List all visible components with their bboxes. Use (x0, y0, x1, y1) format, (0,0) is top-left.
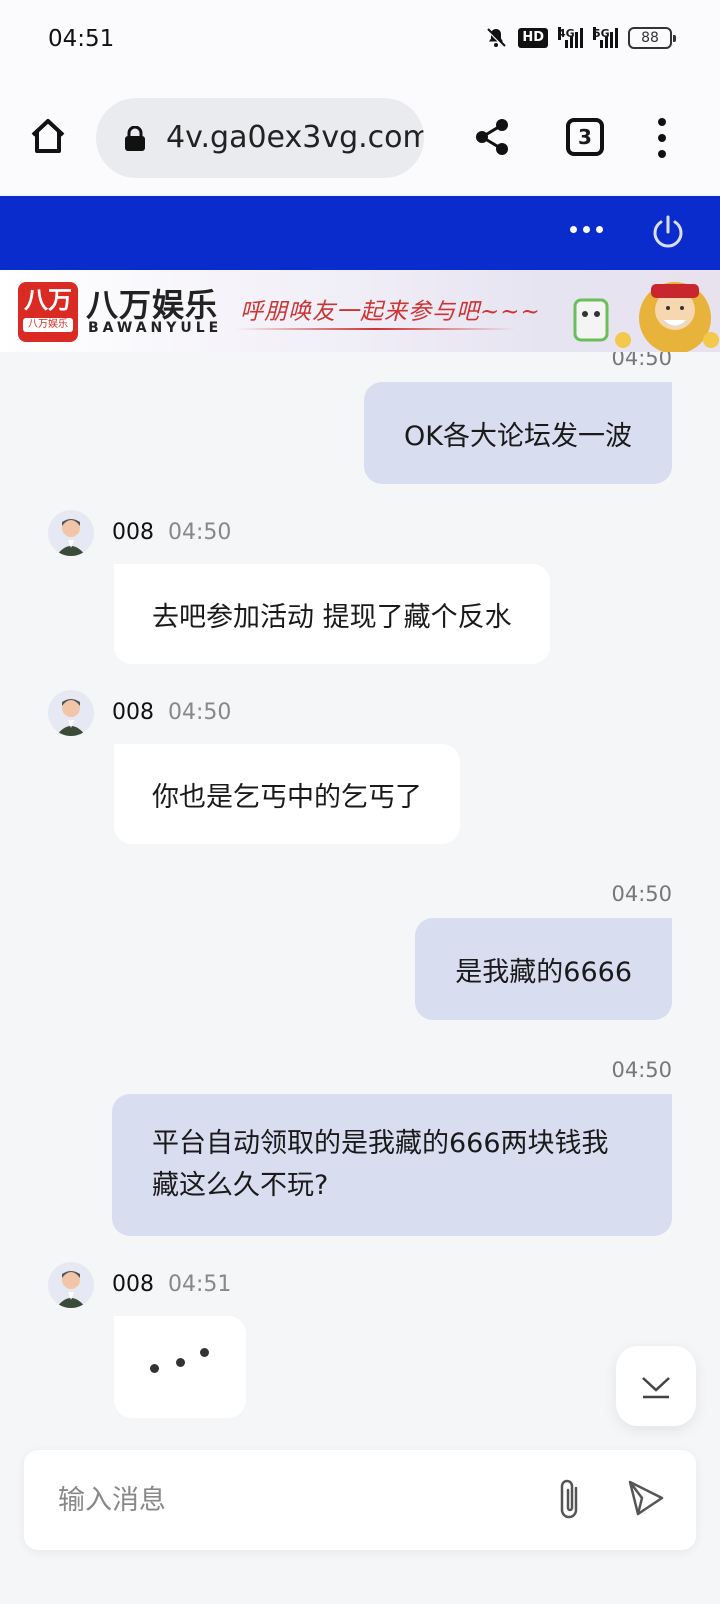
send-icon[interactable] (626, 1478, 666, 1522)
network-5g-label: 5G (593, 27, 610, 40)
message-time: 04:50 (168, 700, 232, 725)
mascot-illustration (573, 282, 719, 352)
sender-name: 008 (112, 520, 154, 545)
more-horizontal-icon[interactable] (570, 226, 603, 233)
brand-name-latin: BAWANYULE (88, 320, 223, 336)
status-time: 04:51 (48, 26, 115, 52)
chat-header (0, 196, 720, 270)
chat-message-list[interactable]: 04:50 OK各大论坛发一波 008 04:50 去吧参加活动 提现了藏个反水… (0, 352, 720, 1452)
battery-icon: 88 (628, 27, 676, 49)
network-4g-label: 4G (558, 27, 575, 40)
message-composer (24, 1450, 696, 1550)
incoming-message[interactable]: 去吧参加活动 提现了藏个反水 (114, 564, 550, 664)
bell-off-icon (484, 26, 508, 50)
browser-toolbar: 4v.ga0ex3vg.com 3 (0, 82, 720, 194)
home-icon[interactable] (28, 116, 68, 156)
slogan-underline (236, 328, 516, 330)
status-icons: HD 4G 5G 88 (484, 26, 676, 50)
banner-slogan: 呼朋唤友一起来参与吧~~~ (240, 299, 541, 325)
message-time: 04:50 (611, 882, 672, 906)
sender-name: 008 (112, 1272, 154, 1297)
message-time: 04:50 (611, 352, 672, 370)
tab-switcher-button[interactable]: 3 (566, 118, 604, 156)
signal-icon: 4G (558, 27, 583, 48)
avatar[interactable] (48, 1262, 94, 1308)
hd-badge: HD (518, 28, 548, 48)
brand-logo: 八万 八万娱乐 (18, 282, 78, 342)
outgoing-message[interactable]: OK各大论坛发一波 (364, 382, 672, 484)
signal-icon-2: 5G (593, 27, 618, 48)
outgoing-message[interactable]: 是我藏的6666 (415, 918, 672, 1020)
avatar[interactable] (48, 690, 94, 736)
share-icon[interactable] (474, 118, 510, 160)
message-text: 平台自动领取的是我藏的666两块钱我藏这么久不玩? (152, 1128, 609, 1201)
outgoing-message[interactable]: 平台自动领取的是我藏的666两块钱我藏这么久不玩? (112, 1094, 672, 1236)
message-input[interactable] (58, 1476, 528, 1524)
url-text[interactable]: 4v.ga0ex3vg.com (166, 120, 424, 155)
avatar[interactable] (48, 510, 94, 556)
more-vertical-icon[interactable] (656, 118, 668, 158)
typing-indicator (114, 1316, 246, 1418)
message-text: OK各大论坛发一波 (404, 420, 632, 452)
scroll-to-bottom-button[interactable] (616, 1346, 696, 1426)
message-text: 去吧参加活动 提现了藏个反水 (152, 601, 512, 633)
paperclip-icon[interactable] (552, 1476, 586, 1526)
message-time: 04:50 (168, 520, 232, 545)
promo-banner[interactable]: 八万 八万娱乐 八万娱乐 BAWANYULE 呼朋唤友一起来参与吧~~~ (0, 270, 720, 352)
message-time: 04:51 (168, 1272, 232, 1297)
message-time: 04:50 (611, 1058, 672, 1082)
sender-name: 008 (112, 700, 154, 725)
power-icon[interactable] (650, 214, 686, 250)
chevron-down-icon (642, 1377, 670, 1399)
incoming-message[interactable]: 你也是乞丐中的乞丐了 (114, 744, 460, 844)
message-text: 是我藏的6666 (455, 956, 632, 988)
message-text: 你也是乞丐中的乞丐了 (152, 781, 422, 813)
url-bar[interactable]: 4v.ga0ex3vg.com (96, 98, 424, 178)
status-bar: 04:51 HD 4G 5G 88 (0, 0, 720, 82)
lock-icon (124, 125, 146, 156)
